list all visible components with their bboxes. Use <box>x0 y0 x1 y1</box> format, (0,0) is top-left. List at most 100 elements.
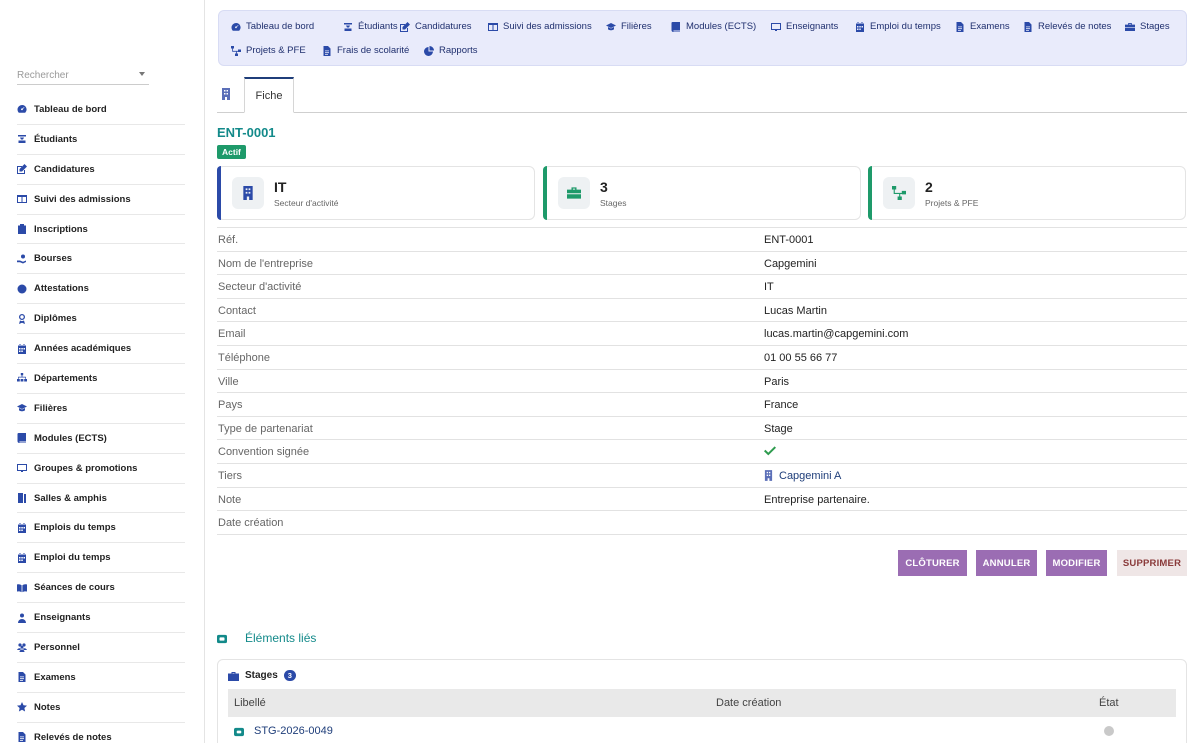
building-icon[interactable] <box>221 88 231 100</box>
nav-item-stages[interactable]: Stages <box>1125 21 1170 32</box>
nav-item-label: Emploi du temps <box>870 21 941 32</box>
annuler-button[interactable]: ANNULER <box>976 550 1037 576</box>
chalkboard-icon <box>771 22 781 32</box>
sidebar-item-salles-amphis[interactable]: Salles & amphis <box>17 484 185 514</box>
sidebar-item-emploi-du-temps[interactable]: Emploi du temps <box>17 543 185 574</box>
card-accent-bar <box>868 166 872 220</box>
sidebar-item-filieres[interactable]: Filières <box>17 394 185 424</box>
tab-fiche[interactable]: Fiche <box>244 77 294 113</box>
top-navigation: Tableau de bord Étudiants Candidatures Suiv… <box>218 10 1187 66</box>
detail-row-convention-signee: Convention signée <box>217 440 1187 464</box>
column-header-etat[interactable]: État <box>1099 697 1119 709</box>
card-value: 3 <box>600 179 608 195</box>
book-icon <box>671 21 681 32</box>
nav-item-tableau-de-bord[interactable]: Tableau de bord <box>231 21 314 32</box>
cloturer-button[interactable]: CLÔTURER <box>898 550 967 576</box>
sidebar-item-etudiants[interactable]: Étudiants <box>17 125 185 155</box>
nav-item-projets-pfe[interactable]: Projets & PFE <box>231 45 306 56</box>
table-header: Libellé Date création État <box>228 689 1176 717</box>
sidebar-item-releves-de-notes[interactable]: Relevés de notes <box>17 723 185 743</box>
detail-row-type-de-partenariat: Type de partenariat Stage <box>217 417 1187 441</box>
sidebar-item-modules-ects[interactable]: Modules (ECTS) <box>17 424 185 454</box>
sidebar-search[interactable] <box>17 66 149 85</box>
edit-icon <box>400 21 410 32</box>
sitemap-icon <box>17 373 27 383</box>
users-icon <box>17 642 27 653</box>
sidebar-item-suivi-des-admissions[interactable]: Suivi des admissions <box>17 185 185 215</box>
state-indicator <box>1104 726 1114 736</box>
column-header-date-creation[interactable]: Date création <box>716 697 781 709</box>
building-icon <box>232 177 264 209</box>
sidebar-item-label: Tableau de bord <box>34 103 107 115</box>
teacher-icon <box>17 613 27 623</box>
sidebar-item-annees-academiques[interactable]: Années académiques <box>17 334 185 365</box>
chevron-down-icon[interactable] <box>139 72 145 76</box>
nav-item-rapports[interactable]: Rapports <box>424 45 478 56</box>
nav-item-label: Filières <box>621 21 652 32</box>
detail-label: Réf. <box>218 234 239 246</box>
star-icon <box>17 702 27 712</box>
sidebar-item-tableau-de-bord[interactable]: Tableau de bord <box>17 95 185 125</box>
stat-card-secteur-d-activite[interactable]: IT Secteur d'activité <box>217 166 535 220</box>
sidebar-item-label: Emploi du temps <box>34 552 111 564</box>
card-label: Secteur d'activité <box>274 198 339 208</box>
sidebar-item-examens[interactable]: Examens <box>17 663 185 693</box>
nav-item-releves-de-notes[interactable]: Relevés de notes <box>1023 21 1111 32</box>
sidebar-item-emplois-du-temps[interactable]: Emplois du temps <box>17 513 185 544</box>
detail-row-contact: Contact Lucas Martin <box>217 299 1187 323</box>
nav-item-label: Enseignants <box>786 21 839 32</box>
sidebar-item-notes[interactable]: Notes <box>17 693 185 723</box>
sidebar-item-bourses[interactable]: Bourses <box>17 244 185 275</box>
open-book-icon <box>17 583 27 593</box>
detail-value: lucas.martin@capgemini.com <box>764 328 909 341</box>
page-title: ENT-0001 <box>217 125 276 140</box>
detail-value: Stage <box>764 422 793 435</box>
table-row[interactable]: STG-2026-0049 <box>228 720 1176 743</box>
nav-item-candidatures[interactable]: Candidatures <box>400 21 472 32</box>
nav-item-suivi-des-admissions[interactable]: Suivi des admissions <box>488 21 592 32</box>
sidebar-item-groupes-promotions[interactable]: Groupes & promotions <box>17 454 185 484</box>
nav-item-emploi-du-temps[interactable]: Emploi du temps <box>855 21 941 32</box>
stage-reference-link[interactable]: STG-2026-0049 <box>254 725 333 737</box>
detail-label: Nom de l'entreprise <box>218 257 314 270</box>
stages-panel: Stages 3 Libellé Date création État STG-… <box>217 659 1187 743</box>
supprimer-button[interactable]: SUPPRIMER <box>1117 550 1187 576</box>
detail-label: Téléphone <box>218 351 270 364</box>
sidebar-item-departements[interactable]: Départements <box>17 364 185 394</box>
detail-table: Réf. ENT-0001 Nom de l'entreprise Capgemini… <box>217 227 1187 535</box>
nav-item-frais-de-scolarite[interactable]: Frais de scolarité <box>322 45 409 56</box>
sidebar-item-candidatures[interactable]: Candidatures <box>17 155 185 185</box>
detail-label: Secteur d'activité <box>218 281 302 294</box>
search-input[interactable] <box>17 66 127 81</box>
column-header-libelle[interactable]: Libellé <box>234 697 266 709</box>
nav-item-etudiants[interactable]: Étudiants <box>343 21 398 32</box>
sidebar-item-label: Salles & amphis <box>34 492 107 504</box>
sidebar-item-attestations[interactable]: Attestations <box>17 274 185 305</box>
sidebar-item-diplomes[interactable]: Diplômes <box>17 304 185 335</box>
detail-label: Email <box>218 328 246 341</box>
nav-item-enseignants[interactable]: Enseignants <box>771 21 838 32</box>
nav-item-label: Candidatures <box>415 21 472 32</box>
sidebar-item-seances-de-cours[interactable]: Séances de cours <box>17 573 185 604</box>
calendar-icon <box>855 21 865 32</box>
check-icon <box>764 446 776 456</box>
detail-row-pays: Pays France <box>217 393 1187 417</box>
detail-label: Convention signée <box>218 446 310 459</box>
sidebar-item-label: Relevés de notes <box>34 731 112 743</box>
nav-item-filieres[interactable]: Filières <box>606 21 652 32</box>
sidebar-item-enseignants[interactable]: Enseignants <box>17 603 185 634</box>
stat-card-projets-pfe[interactable]: 2 Projets & PFE <box>868 166 1186 220</box>
detail-value: Paris <box>764 375 790 388</box>
sidebar-item-inscriptions[interactable]: Inscriptions <box>17 215 185 245</box>
sidebar-item-personnel[interactable]: Personnel <box>17 633 185 663</box>
sidebar-item-label: Séances de cours <box>34 582 115 594</box>
nav-item-modules-ects[interactable]: Modules (ECTS) <box>671 21 756 32</box>
stat-card-stages[interactable]: 3 Stages <box>543 166 861 220</box>
tiers-value[interactable]: Capgemini A <box>764 470 841 482</box>
card-label: Projets & PFE <box>925 198 979 208</box>
tiers-link[interactable]: Capgemini A <box>779 470 841 482</box>
pie-icon <box>424 45 434 56</box>
nav-item-examens[interactable]: Examens <box>955 21 1010 32</box>
modifier-button[interactable]: MODIFIER <box>1046 550 1107 576</box>
detail-label: Ville <box>218 375 239 388</box>
